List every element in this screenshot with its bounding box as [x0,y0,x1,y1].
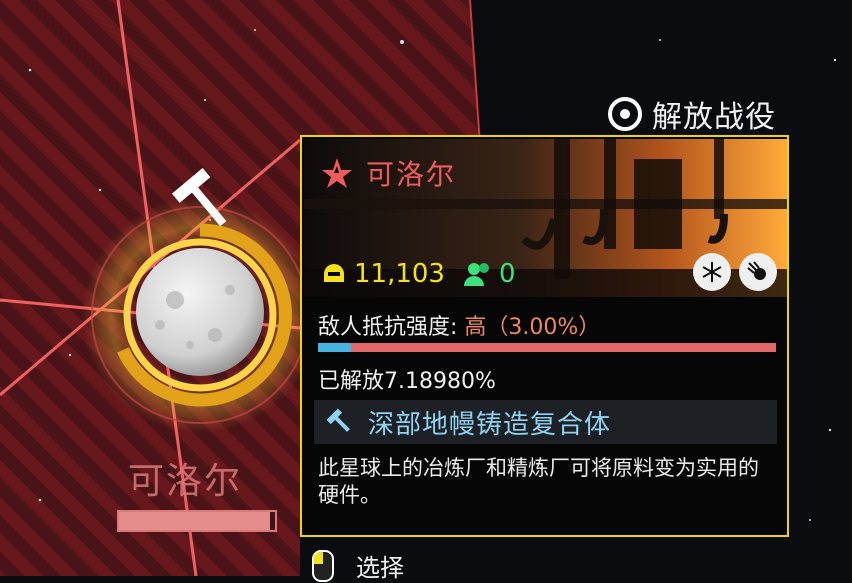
player-count-value: 11,103 [354,259,445,289]
friend-count-value: 0 [498,259,516,289]
automaton-faction-icon [322,158,352,188]
meteor-icon [739,253,777,291]
campaign-label[interactable]: 解放战役 [608,92,776,136]
friends-icon [463,263,489,286]
planet-kolor[interactable] [136,248,264,376]
planet-title-text: 可洛尔 [366,158,457,191]
liberation-percentage: 已解放7.18980% [318,369,496,394]
player-count: 11,103 [320,259,445,289]
planet-info-card[interactable]: 可洛尔 11,103 0 敌人抵抗强度: 高（3.00%） 已解放7.18980… [300,135,789,537]
select-hint-label: 选择 [356,554,404,582]
helmet-icon [324,264,344,282]
select-hint[interactable]: 选择 [312,548,404,583]
hazard-badges [693,253,777,291]
liberation-progress-bar [318,343,776,352]
planet-stats: 11,103 0 [320,259,516,289]
liberation-progress-fill [318,343,351,352]
target-ring-icon [608,97,642,131]
enemy-resistance: 敌人抵抗强度: 高（3.00%） [318,309,600,341]
friend-count: 0 [463,259,516,289]
planet-description: 此星球上的冶炼厂和精炼厂可将原料变为实用的硬件。 [318,456,759,507]
hammer-icon [326,408,350,432]
campaign-label-text: 解放战役 [652,100,776,135]
mouse-left-click-icon [312,549,334,582]
resistance-label: 敌人抵抗强度: [318,315,458,340]
sector-name: 深部地幔铸造复合体 [368,409,612,440]
planet-sector: 深部地幔铸造复合体 [314,400,777,444]
planet-title: 可洛尔 [320,153,456,193]
map-planet-name: 可洛尔 [128,461,243,502]
map-planet-health-bar [117,510,277,532]
map-planet-health-fill [119,512,271,530]
snowflake-icon [693,253,731,291]
resistance-level: 高（3.00%） [464,315,601,340]
planet-banner: 可洛尔 11,103 0 [304,139,787,297]
